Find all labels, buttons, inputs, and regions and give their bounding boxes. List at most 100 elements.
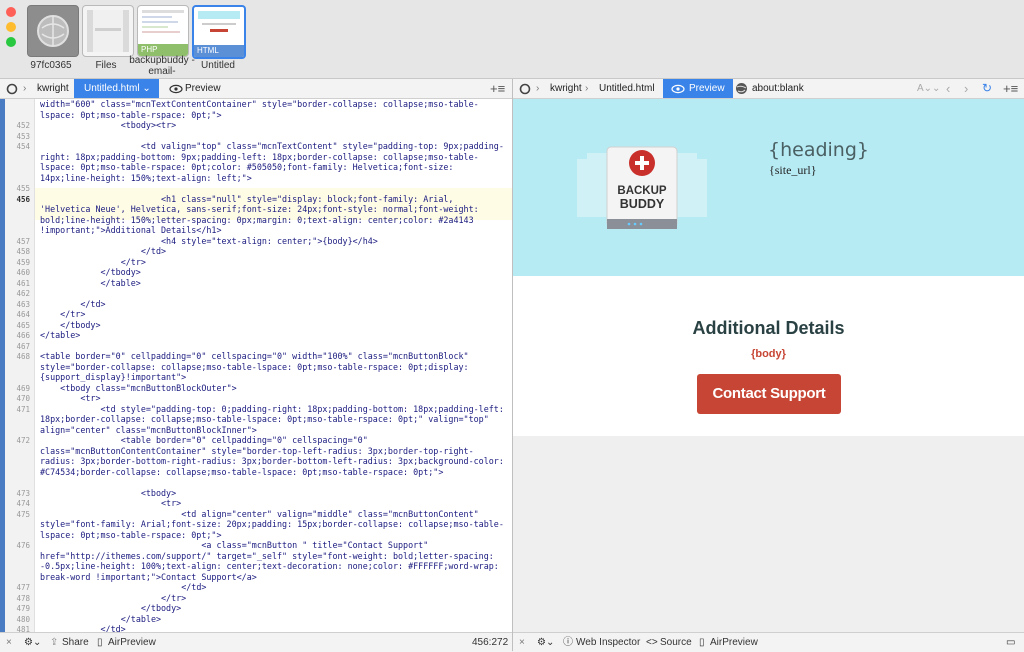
logo-text: BACKUP BUDDY [610, 185, 674, 211]
chevron-down-icon[interactable]: ⌄ [932, 79, 940, 98]
airpreview-button[interactable]: AirPreview [108, 633, 156, 652]
tab-label: Untitled.html [84, 83, 140, 94]
line-number: 470 [16, 394, 30, 403]
line-number: 452 [16, 121, 30, 130]
additional-details-title: Additional Details [692, 318, 845, 338]
close-icon[interactable]: × [519, 633, 525, 652]
shelf-doc-php[interactable]: PHP [137, 5, 189, 57]
line-number: 457 [16, 236, 30, 246]
code-line: <td valign="top" class="mcnTextContent" … [40, 141, 504, 183]
breadcrumb-file[interactable]: Untitled.html [599, 79, 655, 98]
eye-icon[interactable] [169, 84, 183, 94]
line-number: 481 [16, 625, 30, 632]
line-number: 478 [16, 593, 30, 603]
code-line: </tbody> [40, 603, 182, 613]
line-number: 460 [16, 268, 30, 277]
line-number: 479 [16, 604, 30, 613]
preview-path-bar: › kwright › Untitled.html Preview about:… [513, 79, 1024, 99]
forward-icon[interactable]: › [964, 79, 968, 98]
code-line: </tbody> [40, 267, 141, 277]
shelf-doc-server[interactable] [27, 5, 79, 57]
code-line: <td align="center" valign="middle" class… [40, 508, 504, 540]
source-button[interactable]: Source [660, 633, 692, 652]
line-number: 463 [16, 299, 30, 309]
site-url-placeholder: {site_url} [769, 163, 817, 177]
email-header: BACKUP BUDDY {heading} {site_url} [513, 99, 1024, 276]
code-line: </tbody> [40, 319, 101, 330]
logo-line2: BUDDY [619, 197, 665, 211]
gear-icon[interactable]: ⚙⌄ [24, 633, 41, 652]
preview-tab[interactable]: Preview [663, 79, 733, 98]
line-number: 462 [16, 289, 30, 298]
shelf-doc-label: Untitled [201, 60, 235, 71]
breadcrumb-user[interactable]: kwright [550, 79, 582, 98]
code-icon: <> [646, 637, 658, 648]
line-number: 456 [16, 194, 30, 204]
code-line: </tr> [40, 309, 86, 319]
contact-support-button[interactable]: Contact Support [697, 374, 841, 414]
code-line: <table border="0" cellpadding="0" cellsp… [40, 435, 509, 477]
shelf-doc-html[interactable]: HTML [192, 5, 246, 59]
line-number: 458 [16, 247, 30, 256]
text-size-icon[interactable]: A⌄ [917, 79, 932, 98]
code-line: <tbody> [40, 487, 177, 498]
line-number: 474 [16, 499, 30, 508]
document-shelf: 97fc0365 Files PHP backupbuddy -email- H… [0, 0, 1024, 79]
share-button[interactable]: Share [62, 633, 89, 652]
eye-icon [671, 84, 685, 94]
breadcrumb-user[interactable]: kwright [37, 79, 69, 98]
preview-pane: BACKUP BUDDY {heading} {site_url} Additi… [513, 99, 1024, 632]
line-number: 468 [16, 352, 30, 361]
close-icon[interactable]: × [6, 633, 12, 652]
airpreview-icon: ▯ [699, 637, 705, 648]
back-icon[interactable]: ‹ [946, 79, 950, 98]
line-number: 475 [16, 509, 30, 519]
gutter-strip [0, 99, 5, 632]
line-number: 473 [16, 488, 30, 498]
code-line: <tr> [40, 498, 182, 508]
add-split-icon[interactable]: +≡ [490, 79, 505, 98]
airpreview-icon: ▯ [97, 637, 103, 648]
chevron-down-icon: ⌄ [142, 83, 151, 94]
line-gutter [0, 99, 35, 632]
preview-link[interactable]: Preview [185, 79, 221, 98]
tab-active[interactable]: Untitled.html ⌄ [74, 79, 159, 98]
code-line: <tr> [40, 393, 101, 403]
info-icon: ⓘ [563, 637, 573, 648]
code-line: width="600" class="mcnTextContentContain… [40, 99, 479, 120]
code-line: <td style="padding-top: 0;padding-right:… [40, 403, 509, 435]
screen-icon[interactable]: ▭ [1006, 633, 1015, 652]
url-field[interactable]: about:blank [752, 79, 804, 98]
zoom-window-button[interactable] [6, 37, 16, 47]
code-line: <a class="mcnButton " title="Contact Sup… [40, 540, 504, 582]
code-line: <tbody class="mcnButtonBlockOuter"> [40, 382, 237, 393]
web-inspector-button[interactable]: Web Inspector [576, 633, 640, 652]
code-line: <h1 class="null" style="display: block;f… [40, 193, 484, 236]
close-window-button[interactable] [6, 7, 16, 17]
code-editor[interactable]: width="600" class="mcnTextContentContain… [0, 99, 512, 632]
minimize-window-button[interactable] [6, 22, 16, 32]
editor-path-bar: › kwright Untitled.html ⌄ Preview +≡ [0, 79, 512, 99]
line-number: 466 [16, 331, 30, 340]
code-line: <table border="0" cellpadding="0" cellsp… [40, 351, 474, 382]
line-number: 461 [16, 278, 30, 288]
code-line: </td> [40, 624, 126, 632]
line-number: 455 [16, 184, 30, 193]
cursor-position: 456:272 [472, 637, 509, 648]
line-number: 453 [16, 131, 30, 141]
reload-icon[interactable]: ↻ [982, 79, 992, 98]
code-line: </table> [40, 277, 141, 288]
line-number: 471 [16, 404, 30, 414]
gear-icon[interactable]: ⚙⌄ [537, 633, 554, 652]
line-number: 476 [16, 541, 30, 550]
body-placeholder: {body} [751, 348, 786, 360]
add-split-icon[interactable]: +≡ [1003, 79, 1018, 98]
code-line: <h4 style="text-align: center;">{body}</… [40, 235, 378, 246]
airpreview-button[interactable]: AirPreview [710, 633, 758, 652]
code-line: </td> [40, 298, 106, 309]
shelf-doc-files[interactable] [82, 5, 134, 57]
heading-placeholder: {heading} [768, 139, 869, 161]
circle-toggle-icon[interactable] [519, 83, 531, 95]
chevron-right-icon: › [536, 83, 540, 94]
circle-toggle-icon[interactable] [6, 83, 18, 95]
